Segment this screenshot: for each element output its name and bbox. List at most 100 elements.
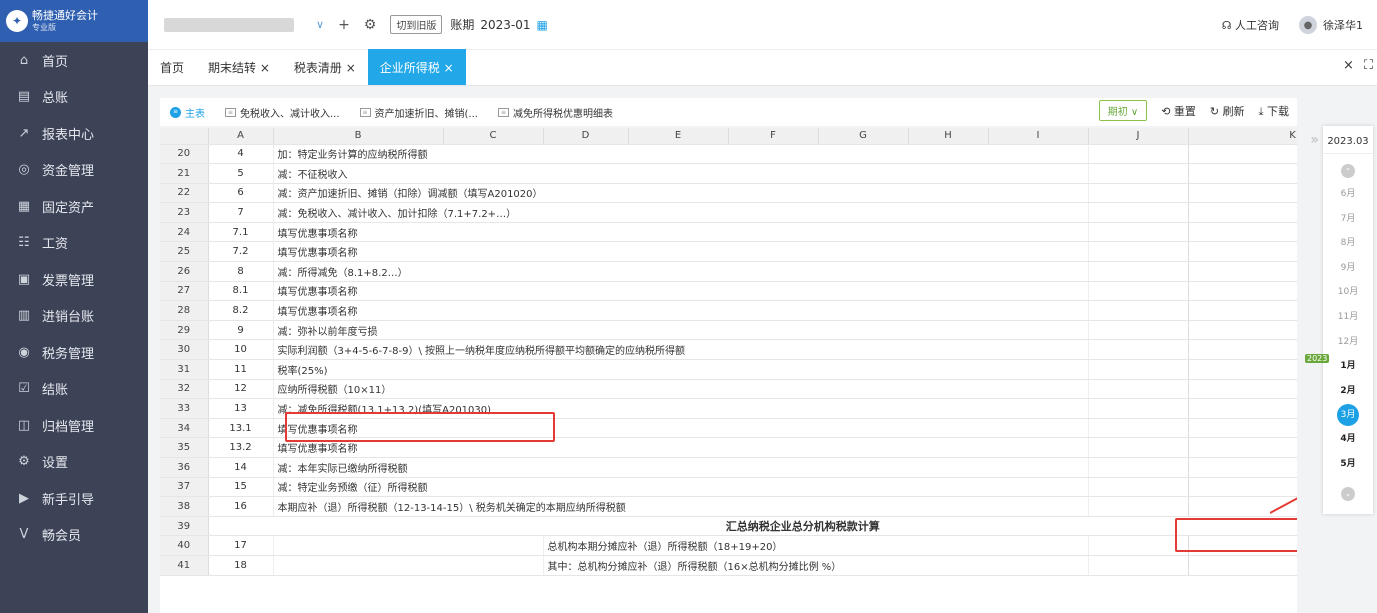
amount-cell[interactable] [1187,300,1297,321]
month-item[interactable]: 11月 [1338,305,1358,330]
amount-cell[interactable]: 0 [1187,202,1297,223]
sheet-tab-accelerated-depreciation[interactable]: ≡ 资产加速折旧、摊销(... [350,98,488,126]
sidebar-item[interactable]: ▶ 新手引导 [0,480,148,517]
line-number-cell[interactable]: 13 [208,398,274,419]
amount-cell[interactable] [1187,437,1297,458]
fullscreen-icon[interactable]: ⛶ [1364,58,1373,73]
month-item[interactable]: 9月 [1341,256,1356,281]
month-item[interactable]: 4月 [1340,427,1355,452]
line-number-cell[interactable]: 8.2 [208,300,274,321]
item-name-cell[interactable]: 减：资产加速折旧、摊销（扣除）调减额（填写A201020） [273,183,1089,204]
scroll-down-icon[interactable]: ⌄ [1341,486,1355,501]
item-name-cell[interactable]: 应纳所得税额（10×11） [273,379,1089,400]
month-item[interactable]: 6月 [1341,182,1356,207]
company-name-redacted[interactable] [164,17,294,32]
line-number-cell[interactable]: 13.2 [208,437,274,458]
line-number-cell[interactable]: 11 [208,359,274,380]
line-number-cell[interactable]: 9 [208,320,274,341]
amount-cell[interactable]: 0 [1187,183,1297,204]
sheet-tab-exempt-income[interactable]: ≡ 免税收入、减计收入... [215,98,350,126]
item-name-cell[interactable]: 填写优惠事项名称 [273,222,1089,243]
scroll-up-icon[interactable]: ⌃ [1341,164,1355,178]
line-number-cell[interactable]: 13.1 [208,418,274,439]
sidebar-item[interactable]: ◎ 资金管理 [0,152,148,189]
period-select[interactable]: 期初 ∨ [1098,100,1148,121]
calendar-icon[interactable]: ▦ [537,18,548,32]
item-name-cell[interactable]: 减：特定业务预缴（征）所得税额 [273,477,1089,498]
line-number-cell[interactable]: 7.1 [208,222,274,243]
chevron-down-icon[interactable]: ∨ [316,18,324,31]
line-number-cell[interactable]: 16 [208,496,274,517]
amount-cell[interactable] [1187,163,1297,184]
amount-cell[interactable]: 0 [1187,320,1297,341]
period-value[interactable]: 2023-01 [480,18,530,32]
amount-cell[interactable]: 9361.10 [1187,339,1297,361]
amount-cell[interactable] [1187,555,1297,576]
month-item[interactable]: 1月 [1340,354,1355,379]
user-menu[interactable]: ● 徐泽华1 [1299,16,1363,34]
amount-cell[interactable] [1187,418,1297,439]
line-number-cell[interactable]: 15 [208,477,274,498]
item-name-cell[interactable]: 减：不征税收入 [273,163,1089,184]
item-name-cell[interactable]: 填写优惠事项名称 [273,241,1089,263]
amount-cell[interactable]: 2340.28 [1187,379,1297,400]
item-name-cell[interactable]: 减：弥补以前年度亏损 [273,320,1089,341]
amount-cell[interactable]: 0 [1187,261,1297,282]
support-link[interactable]: ☊ 人工咨询 [1222,17,1279,33]
line-number-cell[interactable]: 14 [208,457,274,478]
item-name-cell[interactable]: 实际利润额（3+4-5-6-7-8-9）\ 按照上一纳税年度应纳税所得额平均额确… [273,339,1089,361]
refresh-button[interactable]: ↻ 刷新 [1210,103,1245,119]
month-item[interactable]: 8月 [1341,231,1356,256]
item-name-cell[interactable]: 本期应补（退）所得税额（12-13-14-15）\ 税务机关确定的本期应纳所得税… [273,496,1089,517]
month-item[interactable]: 5月 [1340,452,1355,477]
sidebar-item[interactable]: ☑ 结账 [0,371,148,408]
line-number-cell[interactable]: 5 [208,163,274,184]
line-number-cell[interactable]: 17 [208,535,274,556]
sheet-tab-main[interactable]: ≡ 主表 [160,98,215,126]
line-number-cell[interactable]: 7 [208,202,274,223]
month-item[interactable]: 7月 [1341,207,1356,232]
amount-cell[interactable] [1187,281,1297,302]
item-name-cell[interactable]: 减：免税收入、减计收入、加计扣除（7.1+7.2+…） [273,202,1089,223]
sidebar-item[interactable]: ▦ 固定资产 [0,188,148,225]
switch-old-version-button[interactable]: 切到旧版 [390,15,443,34]
month-active[interactable]: 3月 [1337,404,1359,427]
tab-period-end-transfer[interactable]: 期末结转 × [196,49,282,85]
item-name-cell[interactable]: 填写优惠事项名称 [273,281,1089,302]
amount-cell[interactable]: 1872.22 [1187,398,1297,419]
sheet-tab-tax-relief[interactable]: ≡ 减免所得税优惠明细表 [488,98,623,126]
line-number-cell[interactable]: 12 [208,379,274,400]
add-icon[interactable]: + [338,17,350,33]
line-number-cell[interactable]: 18 [208,555,274,576]
sidebar-item[interactable]: ⚙ 设置 [0,444,148,481]
close-icon[interactable]: × [1343,58,1354,73]
item-name-cell[interactable]: 减：本年实际已缴纳所得税额 [273,457,1089,478]
tab-corporate-income-tax[interactable]: 企业所得税 × [367,49,466,85]
month-item[interactable]: 10月 [1338,280,1358,305]
line-number-cell[interactable]: 4 [208,144,274,165]
sidebar-item[interactable]: ◫ 归档管理 [0,407,148,444]
expand-timeline-icon[interactable]: » [1310,132,1319,148]
line-number-cell[interactable]: 8.1 [208,281,274,302]
sidebar-item[interactable]: ▣ 发票管理 [0,261,148,298]
app-logo[interactable]: ✦ 畅捷通好会计 专业版 [0,0,148,42]
sidebar-item[interactable]: V 畅会员 [0,517,148,554]
sidebar-item[interactable]: ⌂ 首页 [0,42,148,79]
tab-home[interactable]: 首页 [148,49,196,85]
item-name-cell[interactable]: 总机构本期分摊应补（退）所得税额（18+19+20） [543,535,1089,556]
item-name-cell[interactable]: 填写优惠事项名称 [273,300,1089,321]
sidebar-item[interactable]: ◉ 税务管理 [0,334,148,371]
line-number-cell[interactable]: 7.2 [208,241,274,263]
item-name-cell[interactable]: 减：所得减免（8.1+8.2…） [273,261,1089,282]
item-name-cell[interactable]: 税率(25%) [273,359,1089,380]
sidebar-item[interactable]: ▤ 总账 [0,79,148,116]
month-item[interactable]: 12月 [1338,330,1358,355]
download-button[interactable]: ⤓ 下载 [1259,103,1289,119]
amount-cell[interactable] [1187,222,1297,243]
reset-button[interactable]: ⟲ 重置 [1161,103,1196,119]
spreadsheet[interactable]: ABCDEFGHIJK 20 4 加：特定业务计算的应纳税所得额 21 5 减：不征税收入… [160,128,1297,613]
line-number-cell[interactable]: 6 [208,183,274,204]
tab-tax-list[interactable]: 税表清册 × [282,49,368,85]
gear-icon[interactable]: ⚙ [364,17,377,33]
item-name-cell[interactable]: 加：特定业务计算的应纳税所得额 [273,144,1089,165]
